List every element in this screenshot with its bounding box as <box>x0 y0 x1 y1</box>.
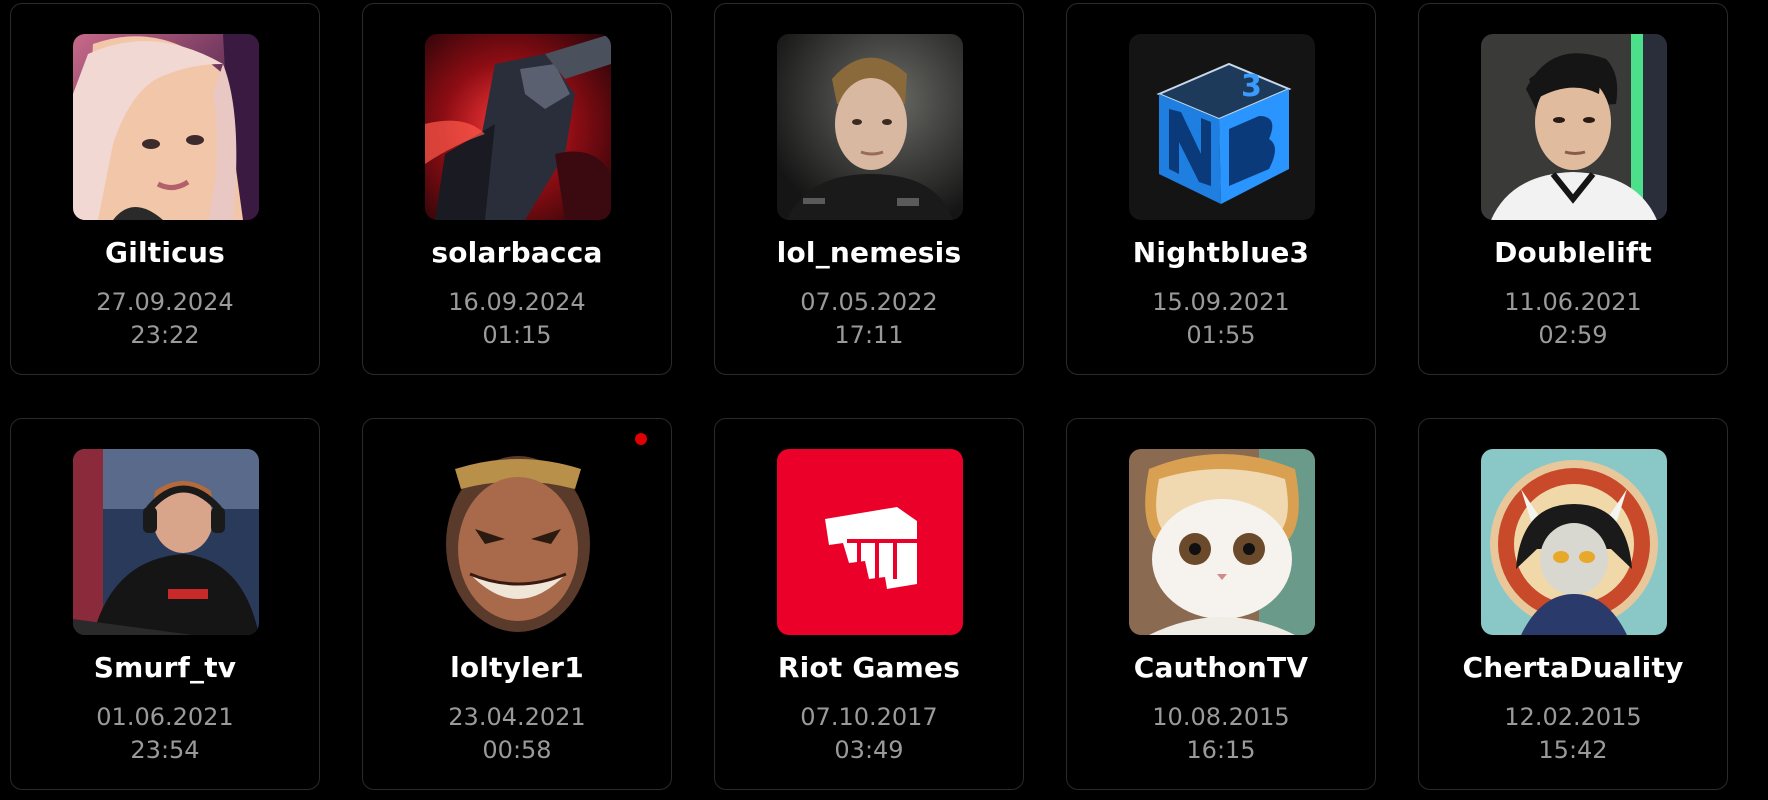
red-champion-art-icon <box>425 34 611 220</box>
stream-time: 17:11 <box>834 321 904 349</box>
svg-text:3: 3 <box>1241 69 1262 104</box>
stream-time: 01:55 <box>1186 321 1256 349</box>
streamer-card-nightblue3[interactable]: 3 Nightblue3 15.09.2021 01:55 <box>1066 3 1376 375</box>
streamer-name: Smurf_tv <box>93 651 237 684</box>
portrait-young-man-icon <box>777 34 963 220</box>
streamer-grid: Gilticus 27.09.2024 23:22 solarbacca 16.… <box>0 0 1768 800</box>
streamer-name: Riot Games <box>777 651 961 684</box>
streamer-card-smurf-tv[interactable]: Smurf_tv 01.06.2021 23:54 <box>10 418 320 790</box>
streamer-name: ChertaDuality <box>1462 651 1684 684</box>
stream-date: 12.02.2015 <box>1504 703 1642 731</box>
stream-date: 23.04.2021 <box>448 703 586 731</box>
draven-face-icon <box>425 449 611 635</box>
stream-time: 02:59 <box>1538 321 1608 349</box>
streamer-name: solarbacca <box>431 236 603 269</box>
stream-time: 00:58 <box>482 736 552 764</box>
stream-date: 15.09.2021 <box>1152 288 1290 316</box>
streamer-name: loltyler1 <box>450 651 584 684</box>
streamer-card-cauthontv[interactable]: CauthonTV 10.08.2015 16:15 <box>1066 418 1376 790</box>
gamer-headset-icon <box>73 449 259 635</box>
streamer-card-gilticus[interactable]: Gilticus 27.09.2024 23:22 <box>10 3 320 375</box>
stream-time: 01:15 <box>482 321 552 349</box>
stream-date: 27.09.2024 <box>96 288 234 316</box>
streamer-name: CauthonTV <box>1133 651 1309 684</box>
streamer-card-chertaduality[interactable]: ChertaDuality 12.02.2015 15:42 <box>1418 418 1728 790</box>
streamer-card-riot-games[interactable]: Riot Games 07.10.2017 03:49 <box>714 418 1024 790</box>
stream-time: 23:54 <box>130 736 200 764</box>
streamer-card-doublelift[interactable]: Doublelift 11.06.2021 02:59 <box>1418 3 1728 375</box>
bread-cat-icon <box>1129 449 1315 635</box>
stream-date: 16.09.2024 <box>448 288 586 316</box>
streamer-name: lol_nemesis <box>776 236 962 269</box>
stream-date: 07.05.2022 <box>800 288 938 316</box>
portrait-man-icon <box>1481 34 1667 220</box>
riot-fist-logo-icon <box>777 449 963 635</box>
stream-time: 15:42 <box>1538 736 1608 764</box>
portrait-blonde-woman-icon <box>73 34 259 220</box>
stream-time: 16:15 <box>1186 736 1256 764</box>
streamer-card-lol-nemesis[interactable]: lol_nemesis 07.05.2022 17:11 <box>714 3 1024 375</box>
nb3-cube-logo-icon: 3 <box>1129 34 1315 220</box>
streamer-name: Doublelift <box>1494 236 1652 269</box>
streamer-name: Nightblue3 <box>1132 236 1310 269</box>
live-indicator-icon <box>635 433 647 445</box>
stream-date: 01.06.2021 <box>96 703 234 731</box>
streamer-card-loltyler1[interactable]: loltyler1 23.04.2021 00:58 <box>362 418 672 790</box>
streamer-name: Gilticus <box>105 236 225 269</box>
stream-date: 11.06.2021 <box>1504 288 1642 316</box>
streamer-card-solarbacca[interactable]: solarbacca 16.09.2024 01:15 <box>362 3 672 375</box>
stream-time: 23:22 <box>130 321 200 349</box>
stream-date: 10.08.2015 <box>1152 703 1290 731</box>
horned-character-icon <box>1481 449 1667 635</box>
stream-date: 07.10.2017 <box>800 703 938 731</box>
stream-time: 03:49 <box>834 736 904 764</box>
